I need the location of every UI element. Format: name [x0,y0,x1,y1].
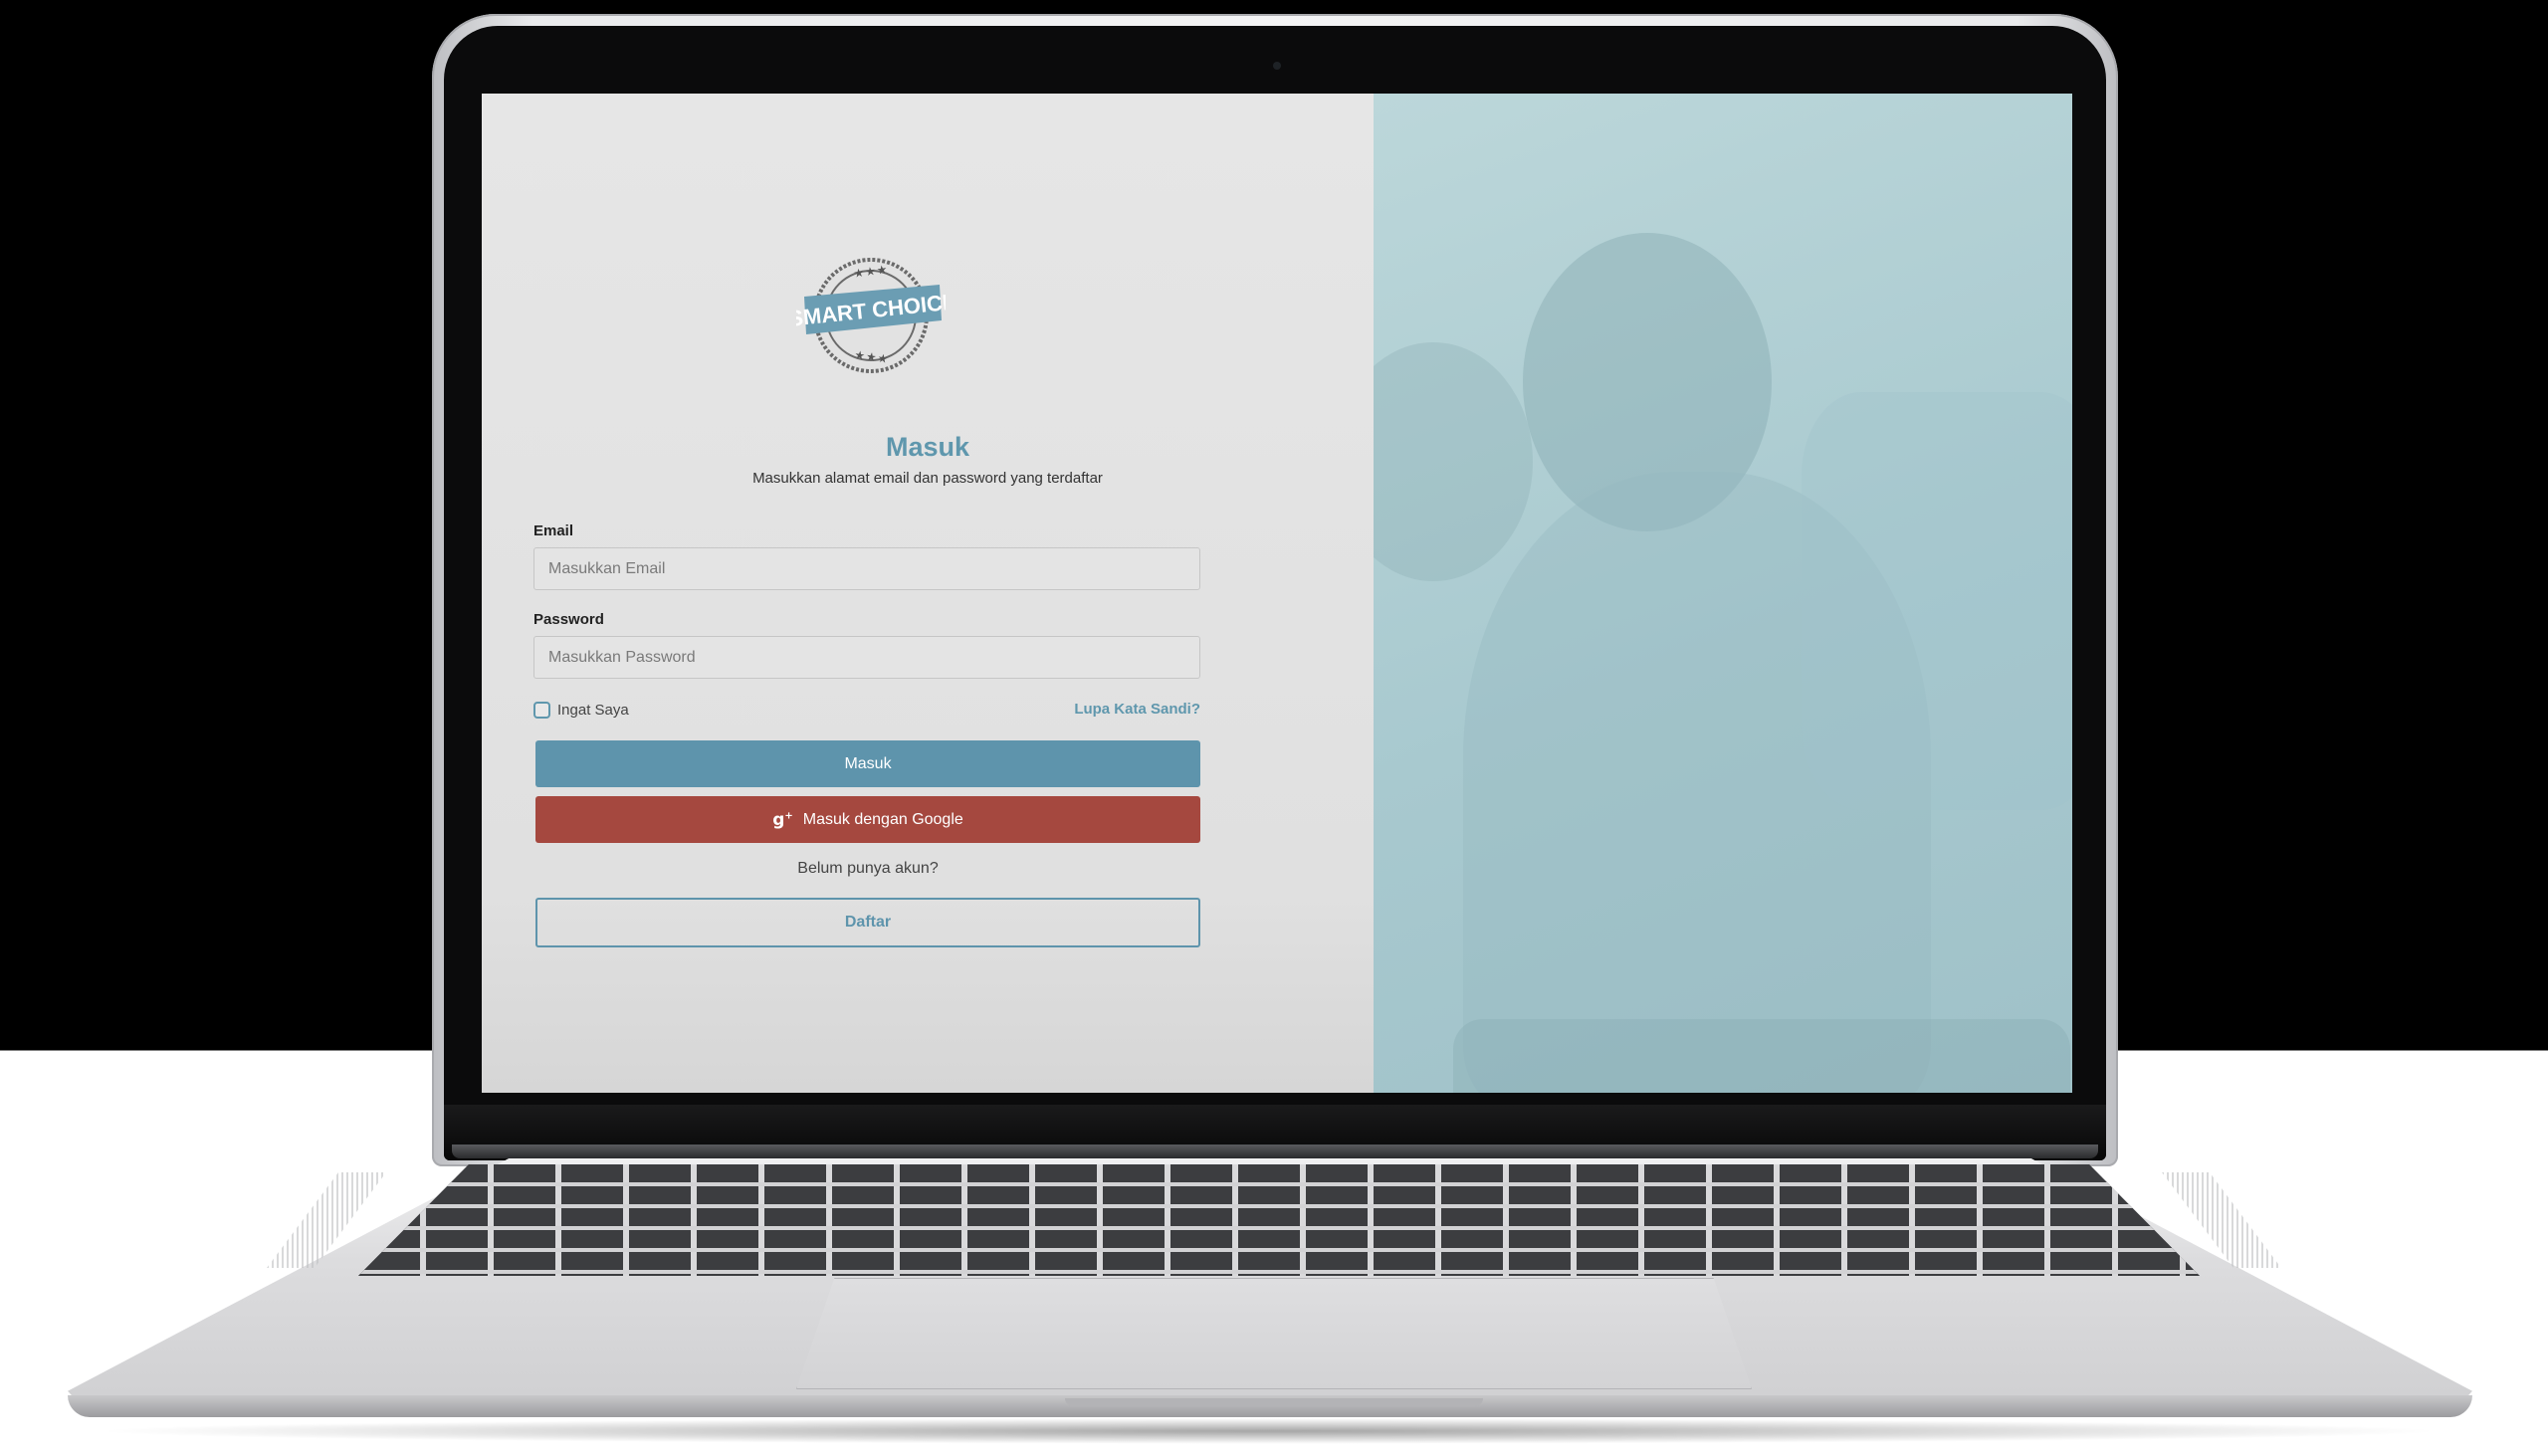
login-panel: SMART CHOICE ★ ★ ★ ★ ★ ★ Masuk Masukkan … [482,94,1374,1093]
page-title: Masuk [885,432,970,462]
password-field[interactable] [533,636,1200,679]
photo-figure [1374,342,1533,581]
email-label: Email [533,522,574,539]
laptop-hinge [452,1144,2098,1158]
smart-choice-logo: SMART CHOICE ★ ★ ★ ★ ★ ★ [796,258,946,373]
password-label: Password [533,611,604,628]
lid-notch [1065,1398,1483,1406]
webcam [1273,62,1281,70]
google-login-button[interactable]: g+ Masuk dengan Google [535,796,1200,843]
remember-me[interactable]: Ingat Saya [533,700,629,720]
email-field[interactable] [533,547,1200,590]
laptop-shadow [90,1418,2448,1444]
photo-figure [1453,1019,2070,1093]
forgot-password-link[interactable]: Lupa Kata Sandi? [999,701,1200,718]
google-plus-icon: g+ [772,809,793,830]
login-button[interactable]: Masuk [535,740,1200,787]
keyboard-rows [358,1164,2200,1276]
page-subtitle: Masukkan alamat email dan password yang … [752,470,1103,487]
remember-checkbox[interactable] [533,701,550,719]
google-button-label: Masuk dengan Google [802,810,963,828]
no-account-text: Belum punya akun? [797,860,939,877]
trackpad [796,1278,1752,1389]
register-button[interactable]: Daftar [535,898,1200,947]
register-button-label: Daftar [844,914,892,931]
login-button-label: Masuk [844,754,892,772]
screen: SMART CHOICE ★ ★ ★ ★ ★ ★ Masuk Masukkan … [482,94,2072,1093]
photo-figure [1802,392,2072,810]
remember-label: Ingat Saya [557,701,629,719]
hero-image-panel [1374,94,2072,1093]
